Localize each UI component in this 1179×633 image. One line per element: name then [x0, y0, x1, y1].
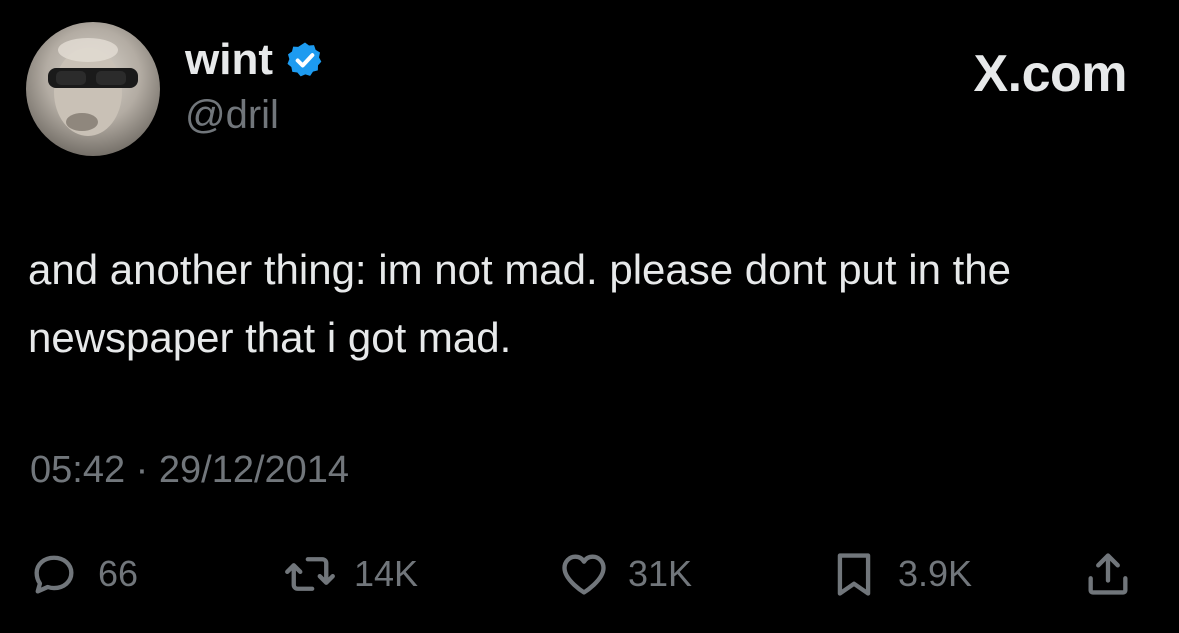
like-button[interactable]: 31K	[558, 545, 692, 603]
author-display-name[interactable]: wint	[185, 38, 273, 82]
tweet-text: and another thing: im not mad. please do…	[28, 246, 1012, 361]
share-button[interactable]	[1082, 545, 1134, 603]
tweet-timestamp[interactable]: 05:42 · 29/12/2014	[30, 451, 349, 489]
heart-icon	[562, 554, 606, 595]
reply-count: 66	[98, 553, 139, 594]
avatar[interactable]	[26, 22, 160, 156]
like-count: 31K	[628, 553, 693, 594]
verified-badge-icon	[287, 42, 322, 77]
author-name-row: wint	[185, 38, 325, 82]
brand-label: X.com	[973, 45, 1127, 103]
reply-bubble-icon	[34, 555, 74, 594]
bookmark-button[interactable]: 3.9K	[828, 545, 972, 603]
repost-arrows-icon	[285, 557, 335, 591]
repost-count: 14K	[354, 553, 419, 594]
bookmark-count: 3.9K	[898, 553, 973, 594]
bookmark-icon	[837, 553, 871, 596]
reply-button[interactable]: 66	[28, 545, 138, 603]
share-upload-icon	[1088, 553, 1128, 595]
tweet-actions-bar: 66 14K 31K 3.9K	[28, 545, 1148, 603]
author-handle[interactable]: @dril	[185, 95, 279, 135]
repost-button[interactable]: 14K	[284, 545, 418, 603]
avatar-image	[48, 38, 138, 136]
